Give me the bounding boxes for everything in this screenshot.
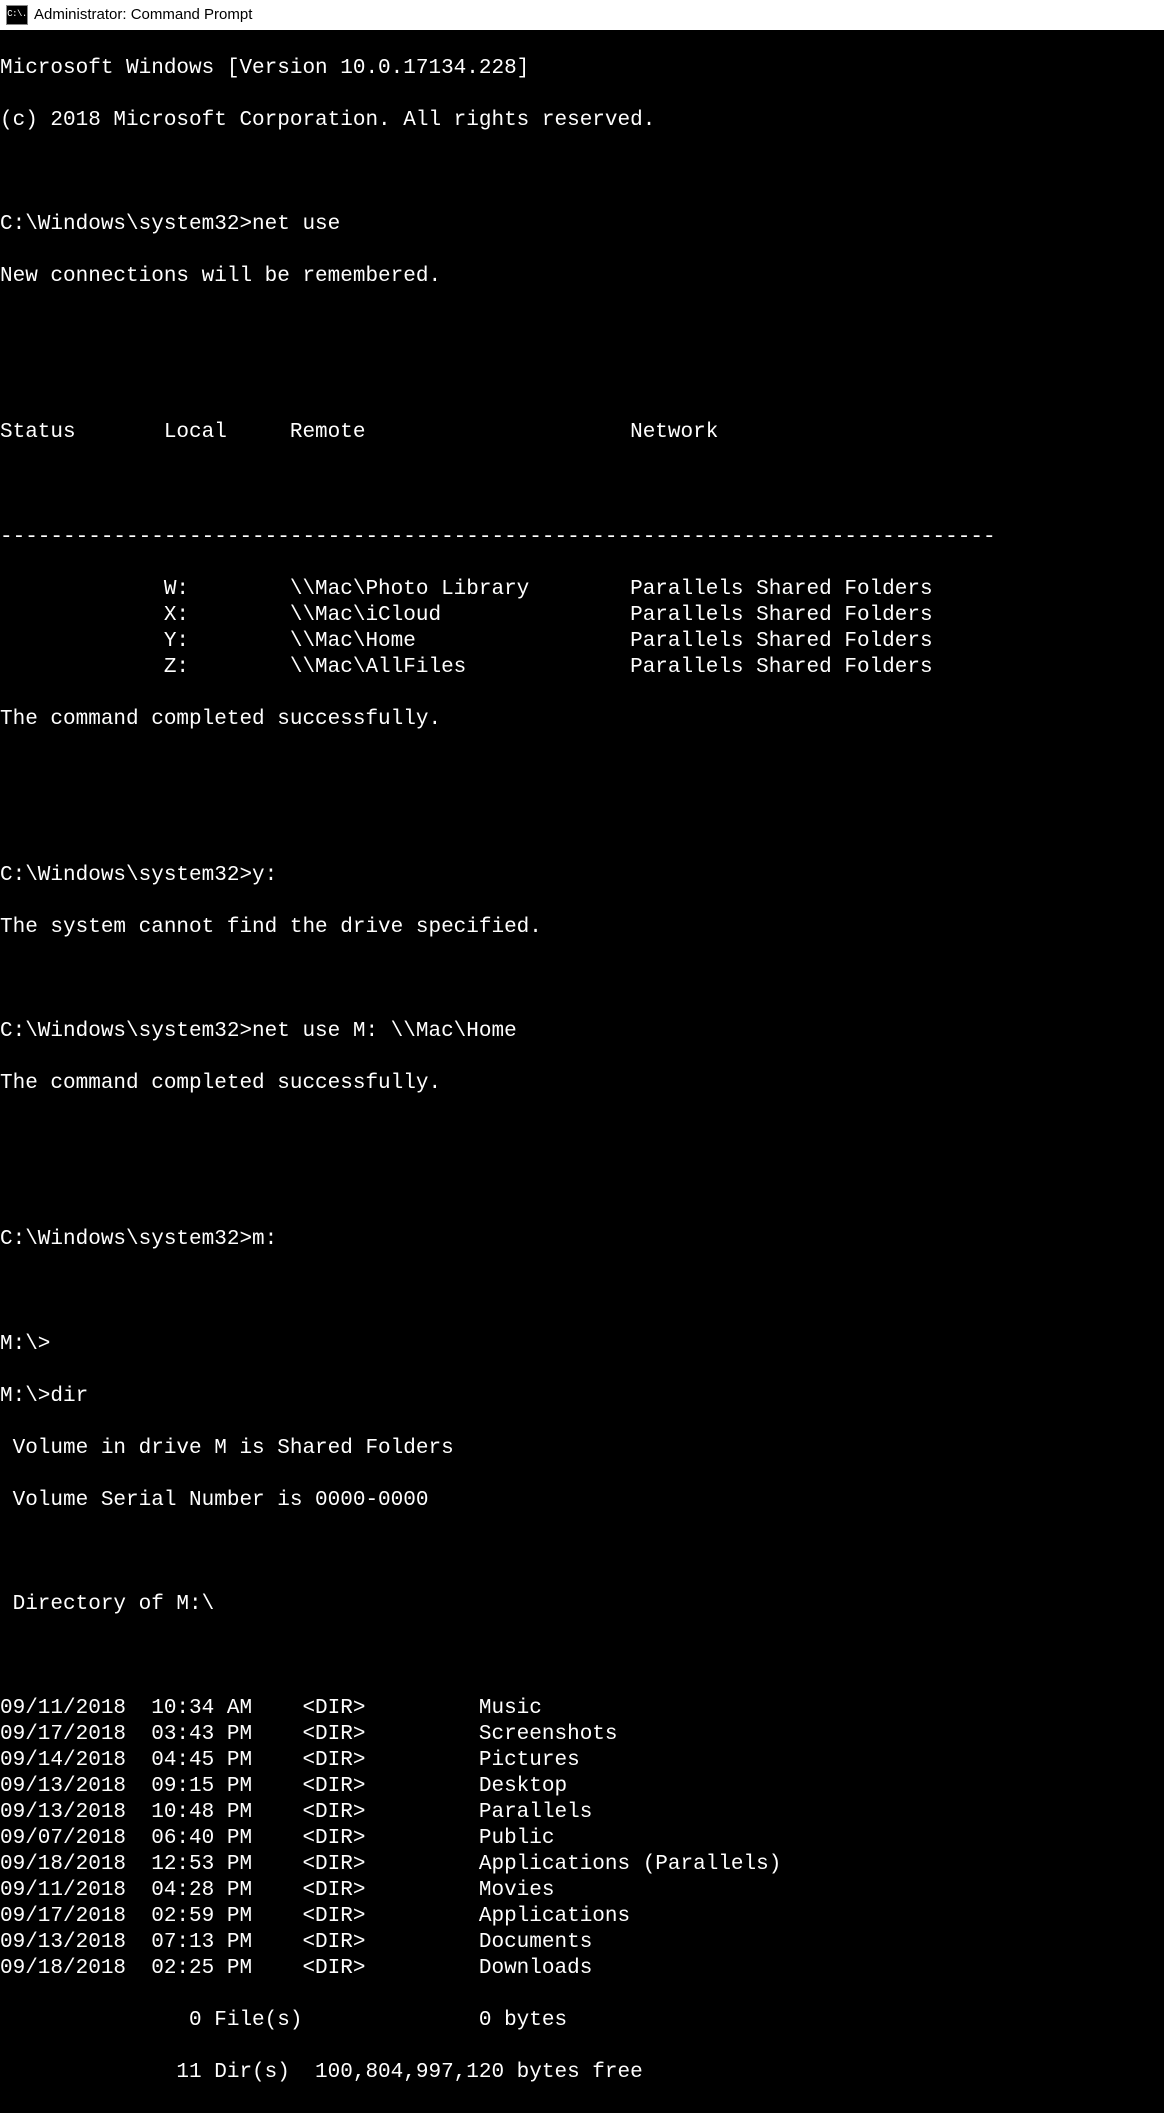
net-use-header: Status Local Remote Network <box>0 420 1164 446</box>
output-line: The command completed successfully. <box>0 707 1164 733</box>
dir-row: 09/11/2018 10:34 AM <DIR> Music <box>0 1696 1164 1722</box>
blank-line <box>0 1540 1164 1566</box>
output-line: Volume Serial Number is 0000-0000 <box>0 1488 1164 1514</box>
copyright-line: (c) 2018 Microsoft Corporation. All righ… <box>0 108 1164 134</box>
prompt-line: C:\Windows\system32>net use M: \\Mac\Hom… <box>0 1019 1164 1045</box>
net-use-row: W: \\Mac\Photo Library Parallels Shared … <box>0 577 1164 603</box>
output-line: The command completed successfully. <box>0 1071 1164 1097</box>
output-line: New connections will be remembered. <box>0 264 1164 290</box>
blank-line <box>0 473 1164 499</box>
dir-row: 09/13/2018 09:15 PM <DIR> Desktop <box>0 1774 1164 1800</box>
net-use-row: Z: \\Mac\AllFiles Parallels Shared Folde… <box>0 655 1164 681</box>
blank-line <box>0 316 1164 342</box>
version-line: Microsoft Windows [Version 10.0.17134.22… <box>0 56 1164 82</box>
summary-dirs: 11 Dir(s) 100,804,997,120 bytes free <box>0 2060 1164 2086</box>
blank-line <box>0 1123 1164 1149</box>
net-use-row: Y: \\Mac\Home Parallels Shared Folders <box>0 629 1164 655</box>
dir-row: 09/13/2018 07:13 PM <DIR> Documents <box>0 1930 1164 1956</box>
blank-line <box>0 1280 1164 1306</box>
dir-row: 09/13/2018 10:48 PM <DIR> Parallels <box>0 1800 1164 1826</box>
blank-line <box>0 368 1164 394</box>
title-bar[interactable]: C:\. Administrator: Command Prompt <box>0 0 1164 30</box>
prompt-line: C:\Windows\system32>net use <box>0 212 1164 238</box>
prompt-line: M:\>dir <box>0 1384 1164 1410</box>
blank-line <box>0 759 1164 785</box>
dir-row: 09/17/2018 02:59 PM <DIR> Applications <box>0 1904 1164 1930</box>
blank-line <box>0 160 1164 186</box>
dir-row: 09/18/2018 12:53 PM <DIR> Applications (… <box>0 1852 1164 1878</box>
output-line: The system cannot find the drive specifi… <box>0 915 1164 941</box>
prompt-line: C:\Windows\system32>y: <box>0 863 1164 889</box>
cmd-prompt-icon: C:\. <box>6 5 28 25</box>
blank-line <box>0 1175 1164 1201</box>
net-use-row: X: \\Mac\iCloud Parallels Shared Folders <box>0 603 1164 629</box>
blank-line <box>0 811 1164 837</box>
window-title: Administrator: Command Prompt <box>34 6 252 25</box>
dir-row: 09/17/2018 03:43 PM <DIR> Screenshots <box>0 1722 1164 1748</box>
dir-row: 09/07/2018 06:40 PM <DIR> Public <box>0 1826 1164 1852</box>
terminal-output[interactable]: Microsoft Windows [Version 10.0.17134.22… <box>0 30 1164 2113</box>
output-line: Directory of M:\ <box>0 1592 1164 1618</box>
prompt-line: C:\Windows\system32>m: <box>0 1227 1164 1253</box>
prompt-line: M:\> <box>0 1332 1164 1358</box>
dir-row: 09/18/2018 02:25 PM <DIR> Downloads <box>0 1956 1164 1982</box>
separator-line: ----------------------------------------… <box>0 525 1164 551</box>
output-line: Volume in drive M is Shared Folders <box>0 1436 1164 1462</box>
summary-files: 0 File(s) 0 bytes <box>0 2008 1164 2034</box>
blank-line <box>0 1644 1164 1670</box>
dir-row: 09/11/2018 04:28 PM <DIR> Movies <box>0 1878 1164 1904</box>
dir-row: 09/14/2018 04:45 PM <DIR> Pictures <box>0 1748 1164 1774</box>
blank-line <box>0 967 1164 993</box>
